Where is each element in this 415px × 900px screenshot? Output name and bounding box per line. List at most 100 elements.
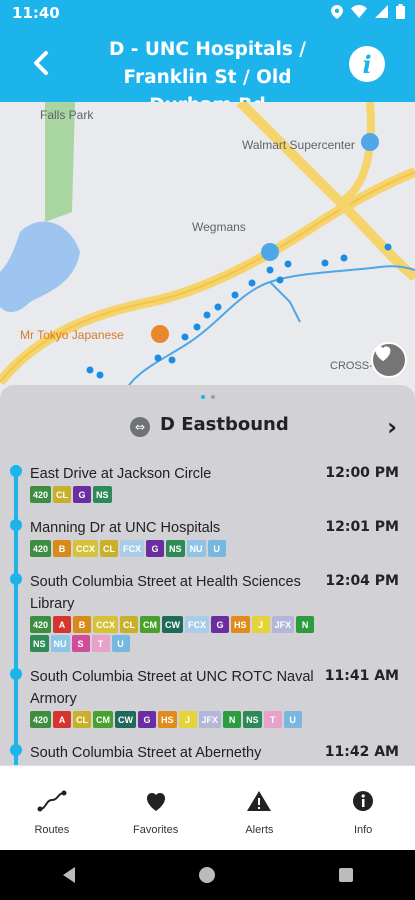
route-badge[interactable]: T <box>91 635 110 652</box>
route-badge[interactable]: U <box>207 540 226 557</box>
stop-item[interactable]: East Drive at Jackson Circle 12:00 PM 420 C… <box>0 463 415 503</box>
stop-time: 12:04 PM <box>325 573 399 589</box>
info-button[interactable]: i <box>349 46 385 82</box>
route-badge[interactable]: 420 <box>30 616 52 633</box>
route-badges: 420 CL G NS <box>30 486 320 503</box>
home-nav-icon[interactable] <box>198 866 216 884</box>
back-button[interactable] <box>24 46 58 80</box>
route-badge[interactable]: CCX <box>93 616 119 633</box>
page-dot <box>200 395 205 399</box>
route-badge[interactable]: NS <box>243 711 262 728</box>
route-badge[interactable]: HS <box>158 711 177 728</box>
route-badge[interactable]: JFX <box>271 616 295 633</box>
direction-selector[interactable]: ⇔ D Eastbound › <box>0 409 415 443</box>
location-icon <box>331 4 343 19</box>
route-badge[interactable]: NS <box>30 635 49 652</box>
tab-label: Routes <box>34 824 70 836</box>
heart-icon <box>375 346 391 362</box>
chevron-left-icon <box>34 51 48 75</box>
route-badge[interactable]: FCX <box>185 616 210 633</box>
route-badge[interactable]: A <box>53 616 72 633</box>
route-badge[interactable]: U <box>283 711 302 728</box>
route-badge[interactable]: J <box>251 616 270 633</box>
route-badge[interactable]: B <box>53 540 72 557</box>
recents-nav-icon[interactable] <box>338 867 354 883</box>
tab-label: Info <box>353 824 373 836</box>
tab-favorites[interactable]: Favorites <box>104 766 208 850</box>
route-badge[interactable]: NU <box>186 540 206 557</box>
route-badge[interactable]: J <box>178 711 197 728</box>
route-badge[interactable]: U <box>111 635 130 652</box>
stop-item[interactable]: South Columbia Street at Abernethy 11:42 … <box>0 742 415 764</box>
route-badge[interactable]: T <box>263 711 282 728</box>
heart-icon <box>146 792 165 811</box>
status-bar: 11:40 <box>0 0 415 28</box>
stop-dot <box>10 744 22 756</box>
stop-name: Manning Dr at UNC Hospitals <box>30 520 221 536</box>
route-badge[interactable]: CL <box>100 540 119 557</box>
system-nav-bar <box>0 850 415 900</box>
stop-item[interactable]: South Columbia Street at Health Sciences… <box>0 571 415 652</box>
map-label-walmart: Walmart Supercenter <box>242 138 355 152</box>
tab-info[interactable]: Info <box>311 766 415 850</box>
route-badge[interactable]: N <box>223 711 242 728</box>
favorite-route-button[interactable] <box>371 342 407 378</box>
route-badge[interactable]: G <box>146 540 165 557</box>
route-badge[interactable]: G <box>211 616 230 633</box>
route-badge[interactable]: B <box>73 616 92 633</box>
route-badge[interactable]: CW <box>162 616 184 633</box>
stop-dot <box>10 668 22 680</box>
route-badge[interactable]: N <box>296 616 315 633</box>
route-icon <box>37 790 67 812</box>
direction-icon: ⇔ <box>130 417 150 437</box>
status-time: 11:40 <box>12 4 60 22</box>
stop-time: 12:00 PM <box>325 465 399 481</box>
route-badge[interactable]: NS <box>166 540 185 557</box>
back-nav-icon[interactable] <box>61 866 77 884</box>
info-icon: i <box>362 49 372 79</box>
route-badge[interactable]: G <box>73 486 92 503</box>
route-badge[interactable]: 420 <box>30 711 52 728</box>
stop-list: East Drive at Jackson Circle 12:00 PM 420 C… <box>0 463 415 765</box>
stop-time: 12:01 PM <box>325 519 399 535</box>
stop-name: South Columbia Street at Health Sciences… <box>30 574 301 612</box>
battery-icon <box>396 4 405 19</box>
alert-icon <box>247 791 272 811</box>
tab-bar: Routes Favorites Alerts Info <box>0 765 415 850</box>
route-badge[interactable]: A <box>53 711 72 728</box>
page-indicator <box>0 395 415 399</box>
route-badge[interactable]: 420 <box>30 540 52 557</box>
stop-time: 11:41 AM <box>324 668 399 684</box>
stop-name: South Columbia Street at UNC ROTC Naval … <box>30 669 314 707</box>
route-badge[interactable]: CCX <box>73 540 99 557</box>
route-badge[interactable]: CL <box>73 711 92 728</box>
stop-time: 11:42 AM <box>324 744 399 760</box>
tab-alerts[interactable]: Alerts <box>208 766 312 850</box>
route-badge[interactable]: CL <box>120 616 139 633</box>
route-badge[interactable]: CL <box>53 486 72 503</box>
next-direction-button[interactable]: › <box>387 413 397 441</box>
page-title: D - UNC Hospitals / Franklin St / Old Du… <box>108 39 307 102</box>
route-badge[interactable]: HS <box>231 616 250 633</box>
route-map[interactable]: Falls Park Walmart Supercenter Wegmans M… <box>0 102 415 402</box>
route-badge[interactable]: CW <box>115 711 137 728</box>
route-badge[interactable]: JFX <box>198 711 222 728</box>
route-badge[interactable]: CM <box>93 711 114 728</box>
direction-label: D Eastbound <box>160 414 289 435</box>
app-header: D - UNC Hospitals / Franklin St / Old Du… <box>0 28 415 102</box>
route-badge[interactable]: 420 <box>30 486 52 503</box>
stop-dot <box>10 465 22 477</box>
route-badge[interactable]: NU <box>50 635 70 652</box>
route-badge[interactable]: G <box>138 711 157 728</box>
route-badge[interactable]: CM <box>140 616 161 633</box>
stop-item[interactable]: South Columbia Street at UNC ROTC Naval … <box>0 666 415 728</box>
route-badges: 420 A CL CM CW G HS J JFX N NS T U <box>30 711 320 728</box>
route-badges: 420 B CCX CL FCX G NS NU U <box>30 540 320 557</box>
route-badge[interactable]: S <box>71 635 90 652</box>
stop-dot <box>10 573 22 585</box>
status-icons <box>331 4 405 19</box>
route-badge[interactable]: NS <box>93 486 112 503</box>
tab-routes[interactable]: Routes <box>0 766 104 850</box>
route-badge[interactable]: FCX <box>120 540 145 557</box>
stop-item[interactable]: Manning Dr at UNC Hospitals 12:01 PM 420 B C… <box>0 517 415 557</box>
